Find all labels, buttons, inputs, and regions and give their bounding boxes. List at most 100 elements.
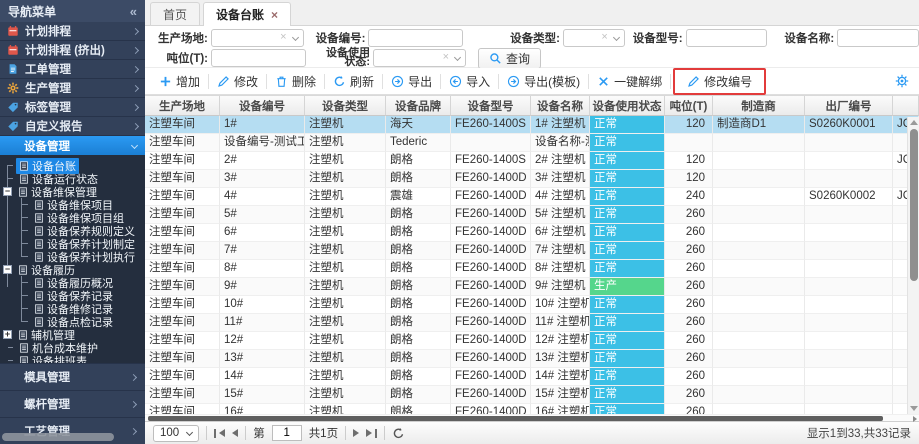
sidebar-collapse-icon[interactable]: « — [130, 4, 137, 19]
column-header-设备类型[interactable]: 设备类型 — [305, 96, 386, 116]
toolbar-button-label: 增加 — [176, 73, 200, 90]
device-type-combo[interactable]: × — [563, 29, 625, 47]
page-prefix-label: 第 — [253, 425, 265, 441]
tree-connector-tick — [22, 243, 28, 244]
collapse-icon[interactable]: − — [3, 187, 12, 196]
sidebar-item-模具管理[interactable]: 模具管理 — [0, 363, 145, 390]
table-row[interactable]: 注塑车间16#注塑机朗格FE260-1400D16# 注塑机正常260 — [145, 404, 919, 414]
column-header-制造商[interactable]: 制造商 — [713, 96, 805, 116]
table-row[interactable]: 注塑车间8#注塑机朗格FE260-1400D8# 注塑机正常260 — [145, 260, 919, 278]
production-site-combo-input[interactable] — [212, 30, 303, 46]
device-model-input[interactable] — [687, 30, 767, 46]
scroll-down-icon[interactable] — [910, 406, 918, 411]
table-row[interactable]: 注塑车间2#注塑机朗格FE260-1400S2# 注塑机正常120JC — [145, 152, 919, 170]
collapse-icon[interactable]: − — [3, 265, 12, 274]
refresh-page-icon[interactable] — [392, 427, 405, 440]
clear-icon[interactable]: × — [601, 31, 607, 43]
next-page-button[interactable] — [353, 429, 359, 437]
sidebar-item-计划排程[interactable]: 计划排程 — [0, 22, 145, 41]
一键解绑-button[interactable]: 一键解绑 — [589, 71, 670, 92]
tab-首页[interactable]: 首页 — [150, 2, 200, 25]
table-row[interactable]: 注塑车间7#注塑机朗格FE260-1400D7# 注塑机正常260 — [145, 242, 919, 260]
table-row[interactable]: 注塑车间5#注塑机朗格FE260-1400D5# 注塑机正常260 — [145, 206, 919, 224]
导出(模板)-button[interactable]: 导出(模板) — [499, 71, 588, 92]
usage-status-combo-input[interactable] — [374, 50, 465, 66]
tree-item-设备排班表[interactable]: 设备排班表 — [0, 354, 145, 363]
column-header-设备编号[interactable]: 设备编号 — [220, 96, 305, 116]
horizontal-scrollbar-thumb[interactable] — [148, 416, 883, 421]
usage-status-combo[interactable]: × — [373, 49, 466, 67]
column-header-设备型号[interactable]: 设备型号 — [451, 96, 531, 116]
column-header-生产场地[interactable]: 生产场地 — [145, 96, 220, 116]
tree-connector-tick — [22, 282, 28, 283]
修改编号-button[interactable]: 修改编号 — [679, 71, 760, 92]
table-row[interactable]: 注塑车间1#注塑机海天FE260-1400S1# 注塑机正常120制造商D1S0… — [145, 116, 919, 134]
first-page-button[interactable] — [214, 429, 225, 438]
table-row[interactable]: 注塑车间10#注塑机朗格FE260-1400D10# 注塑机正常260 — [145, 296, 919, 314]
table-cell: 正常 — [590, 314, 665, 332]
sidebar-item-生产管理[interactable]: 生产管理 — [0, 79, 145, 98]
equipment-table: 生产场地设备编号设备类型设备品牌设备型号设备名称设备使用状态吨位(T)制造商出厂… — [145, 96, 919, 414]
table-cell: 朗格 — [386, 260, 451, 278]
table-row[interactable]: 注塑车间12#注塑机朗格FE260-1400D12# 注塑机正常260 — [145, 332, 919, 350]
pencil-icon — [217, 75, 230, 88]
clear-icon[interactable]: × — [443, 51, 449, 63]
horizontal-scrollbar[interactable] — [145, 414, 919, 421]
table-row[interactable]: 注塑车间15#注塑机朗格FE260-1400D15# 注塑机正常260 — [145, 386, 919, 404]
sidebar-item-螺杆管理[interactable]: 螺杆管理 — [0, 390, 145, 417]
scroll-up-icon[interactable] — [910, 120, 918, 125]
修改-button[interactable]: 修改 — [209, 71, 266, 92]
grid-settings-gear-icon[interactable] — [895, 74, 909, 88]
table-cell: 注塑车间 — [145, 260, 220, 278]
tab-label: 首页 — [163, 6, 187, 23]
column-header-设备使用状态[interactable]: 设备使用状态 — [590, 96, 665, 116]
tree-item-content: 设备排班表 — [16, 353, 90, 364]
page-number-input[interactable] — [272, 425, 302, 441]
production-site-combo[interactable]: × — [211, 29, 304, 47]
table-row[interactable]: 注塑车间4#注塑机震雄FE260-1400D4# 注塑机正常240S0260K0… — [145, 188, 919, 206]
增加-button[interactable]: 增加 — [151, 71, 208, 92]
column-header-设备名称[interactable]: 设备名称 — [531, 96, 590, 116]
device-no-input[interactable] — [369, 30, 462, 46]
column-header-设备品牌[interactable]: 设备品牌 — [386, 96, 451, 116]
column-header-blank[interactable] — [893, 96, 919, 116]
sidebar-horizontal-scrollbar-thumb[interactable] — [2, 433, 114, 441]
table-row[interactable]: 注塑车间9#注塑机朗格FE260-1400D9# 注塑机生产260 — [145, 278, 919, 296]
刷新-button[interactable]: 刷新 — [325, 71, 382, 92]
clear-icon[interactable]: × — [280, 31, 286, 43]
prev-page-button[interactable] — [232, 429, 238, 437]
page-size-select[interactable]: 100 — [153, 425, 199, 442]
sidebar-item-label: 生产管理 — [25, 80, 127, 96]
last-page-button[interactable] — [366, 429, 377, 438]
sidebar-item-equipment-management[interactable]: 设备管理 — [0, 136, 145, 155]
table-row[interactable]: 注塑车间设备编号-测试工位关注塑机Tederic设备名称-测试正常 — [145, 134, 919, 152]
annotation-highlight-box: 修改编号 — [673, 68, 766, 95]
sidebar-item-标签管理[interactable]: 标签管理 — [0, 98, 145, 117]
sidebar-item-自定义报告[interactable]: 自定义报告 — [0, 117, 145, 136]
vertical-scrollbar[interactable] — [907, 117, 919, 414]
device-name-input[interactable] — [838, 30, 918, 46]
table-row[interactable]: 注塑车间3#注塑机朗格FE260-1400D3# 注塑机正常120 — [145, 170, 919, 188]
search-button[interactable]: 查询 — [478, 48, 541, 69]
scroll-right-icon[interactable] — [913, 416, 917, 422]
table-row[interactable]: 注塑车间11#注塑机朗格FE260-1400D11# 注塑机正常260 — [145, 314, 919, 332]
table-cell: 朗格 — [386, 314, 451, 332]
table-row[interactable]: 注塑车间6#注塑机朗格FE260-1400D6# 注塑机正常260 — [145, 224, 919, 242]
table-cell: FE260-1400D — [451, 278, 531, 296]
close-icon[interactable]: × — [271, 10, 278, 20]
tab-设备台账[interactable]: 设备台账× — [203, 2, 291, 26]
table-cell — [713, 188, 805, 206]
tonnage-input[interactable] — [212, 50, 305, 66]
删除-button[interactable]: 删除 — [267, 71, 324, 92]
table-row[interactable]: 注塑车间13#注塑机朗格FE260-1400D13# 注塑机正常260 — [145, 350, 919, 368]
column-header-吨位(T)[interactable]: 吨位(T) — [665, 96, 713, 116]
table-row[interactable]: 注塑车间14#注塑机朗格FE260-1400D14# 注塑机正常260 — [145, 368, 919, 386]
sidebar-item-计划排程 (挤出)[interactable]: 计划排程 (挤出) — [0, 41, 145, 60]
导出-button[interactable]: 导出 — [383, 71, 440, 92]
expand-icon[interactable]: + — [3, 330, 12, 339]
sidebar-item-工单管理[interactable]: 工单管理 — [0, 60, 145, 79]
column-header-出厂编号[interactable]: 出厂编号 — [805, 96, 893, 116]
tree-connector-tick — [22, 256, 28, 257]
导入-button[interactable]: 导入 — [441, 71, 498, 92]
vertical-scrollbar-thumb[interactable] — [910, 129, 918, 281]
